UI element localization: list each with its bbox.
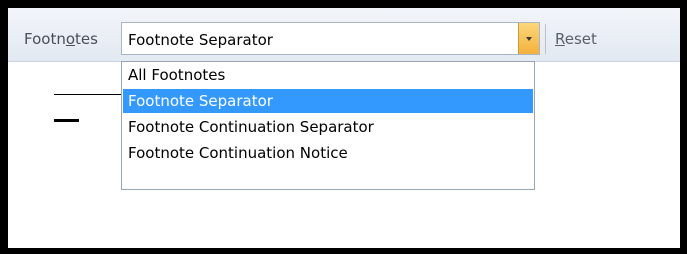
combo-value: Footnote Separator <box>128 31 273 49</box>
toolbar-divider <box>545 24 546 54</box>
dropdown-item-continuation-notice[interactable]: Footnote Continuation Notice <box>123 141 533 165</box>
notes-toolbar: Footnotes Footnote Separator Reset <box>8 8 680 62</box>
chevron-down-icon <box>526 37 532 41</box>
dropdown-item-all-footnotes[interactable]: All Footnotes <box>123 63 533 87</box>
notes-pane: Footnotes Footnote Separator Reset All F… <box>8 8 680 248</box>
combo-dropdown-button[interactable] <box>518 23 539 54</box>
reset-button[interactable]: Reset <box>555 30 597 48</box>
footnote-separator-line <box>54 94 124 95</box>
dropdown-item-footnote-separator[interactable]: Footnote Separator <box>123 89 533 113</box>
footnotes-combo[interactable]: Footnote Separator <box>121 22 540 55</box>
dropdown-item-continuation-separator[interactable]: Footnote Continuation Separator <box>123 115 533 139</box>
footnotes-label: Footnotes <box>24 30 98 48</box>
footnotes-dropdown-list: All Footnotes Footnote Separator Footnot… <box>121 61 535 190</box>
separator-mark <box>54 119 79 122</box>
